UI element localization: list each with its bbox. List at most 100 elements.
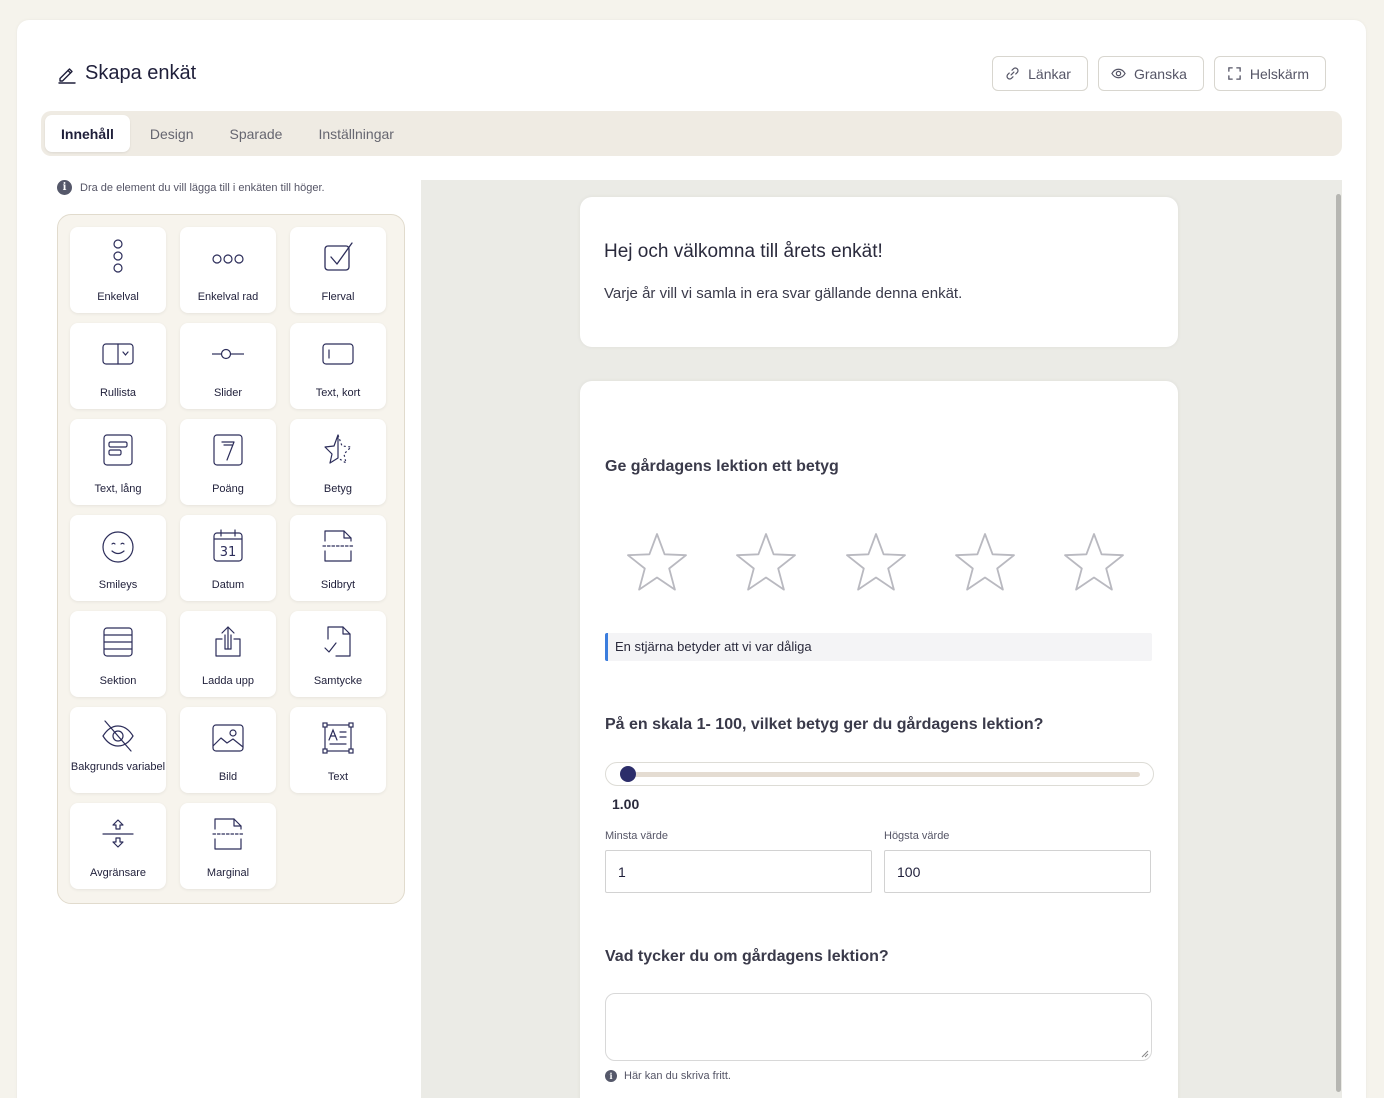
drag-hint-text: Dra de element du vill lägga till i enkä… <box>80 181 325 194</box>
palette-item-label: Bild <box>218 771 238 783</box>
palette-item-datum[interactable]: 31 Datum <box>180 515 276 601</box>
eye-off-icon <box>102 720 134 752</box>
header-actions: Länkar Granska Helskärm <box>992 56 1326 91</box>
open-question: Vad tycker du om gårdagens lektion? <box>605 948 889 965</box>
preview-button[interactable]: Granska <box>1097 56 1204 91</box>
max-value-label: Högsta värde <box>884 830 950 842</box>
score-icon <box>213 434 243 466</box>
welcome-title: Hej och välkomna till årets enkät! <box>604 241 883 262</box>
palette-item-label: Slider <box>213 387 243 399</box>
palette-item-label: Sektion <box>99 675 137 687</box>
tab-saved[interactable]: Sparade <box>214 115 299 152</box>
max-value-input[interactable] <box>884 850 1151 893</box>
palette-item-label: Avgränsare <box>89 867 147 879</box>
palette-item-label: Ladda upp <box>202 675 254 687</box>
tab-bar: Innehåll Design Sparade Inställningar <box>41 111 1342 156</box>
open-answer-help-text: Här kan du skriva fritt. <box>624 1070 731 1082</box>
palette-item-label: Betyg <box>323 483 353 495</box>
links-button[interactable]: Länkar <box>992 56 1088 91</box>
divider-icon <box>102 819 134 848</box>
palette-item-label: Poäng <box>212 483 244 495</box>
links-button-label: Länkar <box>1028 65 1071 82</box>
palette-item-rullista[interactable]: Rullista <box>70 323 166 409</box>
resize-handle-icon[interactable] <box>1141 1050 1149 1058</box>
text-long-icon <box>103 434 133 466</box>
palette-item-label: Enkelval rad <box>197 291 259 303</box>
min-value-input[interactable] <box>605 850 872 893</box>
tab-settings[interactable]: Inställningar <box>302 115 410 152</box>
tab-content[interactable]: Innehåll <box>45 115 130 152</box>
palette-item-smileys[interactable]: Smileys <box>70 515 166 601</box>
palette-item-text[interactable]: Text <box>290 707 386 793</box>
star-1-icon[interactable] <box>625 531 689 595</box>
palette-item-samtycke[interactable]: Samtycke <box>290 611 386 697</box>
slider-thumb[interactable] <box>620 766 636 782</box>
star-4-icon[interactable] <box>953 531 1017 595</box>
upload-icon <box>215 626 241 657</box>
calendar-icon: 31 <box>213 529 243 562</box>
dropdown-icon <box>102 343 134 365</box>
palette-item-avgransare[interactable]: Avgränsare <box>70 803 166 889</box>
header: Skapa enkät Länkar Granska Helskärm <box>17 20 1366 110</box>
welcome-text: Varje år vill vi samla in era svar gälla… <box>604 285 963 302</box>
star-5-icon[interactable] <box>1062 531 1126 595</box>
rating-slider[interactable] <box>605 762 1154 786</box>
rating-note: En stjärna betyder att vi var dåliga <box>605 633 1152 661</box>
preview-button-label: Granska <box>1133 65 1187 82</box>
palette-item-flerval[interactable]: Flerval <box>290 227 386 313</box>
section-icon <box>103 627 133 657</box>
info-icon: i <box>57 180 72 195</box>
palette-item-label: Text <box>327 771 349 783</box>
tab-design[interactable]: Design <box>134 115 210 152</box>
margin-icon <box>212 818 244 850</box>
star-rating-icon <box>324 434 352 464</box>
palette-item-slider[interactable]: Slider <box>180 323 276 409</box>
palette-item-bakgrunds-variabel[interactable]: Bakgrunds variabel <box>70 707 166 793</box>
palette-item-label: Marginal <box>206 867 250 879</box>
welcome-block[interactable]: Hej och välkomna till årets enkät! Varje… <box>580 197 1178 347</box>
star-2-icon[interactable] <box>734 531 798 595</box>
open-answer-help: i Här kan du skriva fritt. <box>605 1070 731 1082</box>
palette-item-bild[interactable]: Bild <box>180 707 276 793</box>
radio-vertical-icon <box>113 239 123 273</box>
element-palette: Enkelval Enkelval rad Flerval Rullista S… <box>57 214 405 904</box>
title-wrap: Skapa enkät <box>57 62 196 85</box>
palette-item-label: Sidbryt <box>320 579 356 591</box>
min-value-label: Minsta värde <box>605 830 668 842</box>
image-icon <box>212 724 244 752</box>
canvas-scrollbar[interactable] <box>1336 194 1341 1092</box>
question-sheet: Ge gårdagens lektion ett betyg En stjärn… <box>580 381 1178 1098</box>
fullscreen-button-label: Helskärm <box>1249 65 1309 82</box>
palette-item-label: Rullista <box>99 387 137 399</box>
palette-item-text-lang[interactable]: Text, lång <box>70 419 166 505</box>
checkbox-icon <box>324 242 353 271</box>
drag-hint: i Dra de element du vill lägga till i en… <box>57 180 325 195</box>
palette-item-poang[interactable]: Poäng <box>180 419 276 505</box>
star-3-icon[interactable] <box>844 531 908 595</box>
palette-item-sidbryt[interactable]: Sidbryt <box>290 515 386 601</box>
editor-card: Skapa enkät Länkar Granska Helskärm Inne… <box>17 20 1366 1098</box>
palette-item-enkelval[interactable]: Enkelval <box>70 227 166 313</box>
palette-item-marginal[interactable]: Marginal <box>180 803 276 889</box>
palette-item-label: Samtycke <box>313 675 363 687</box>
palette-item-label: Text, lång <box>94 483 142 495</box>
pencil-icon <box>58 67 76 84</box>
slider-track[interactable] <box>620 772 1140 777</box>
star-rating <box>625 531 1145 595</box>
palette-item-sektion[interactable]: Sektion <box>70 611 166 697</box>
open-answer-textarea[interactable] <box>605 993 1152 1061</box>
palette-item-ladda-upp[interactable]: Ladda upp <box>180 611 276 697</box>
palette-item-label: Enkelval <box>97 291 139 303</box>
palette-item-text-kort[interactable]: Text, kort <box>290 323 386 409</box>
slider-value: 1.00 <box>612 796 640 812</box>
svg-text:31: 31 <box>220 545 237 560</box>
palette-item-label: Flerval <box>321 291 355 303</box>
palette-item-enkelval-rad[interactable]: Enkelval rad <box>180 227 276 313</box>
text-block-icon <box>322 722 354 754</box>
slider-question: På en skala 1- 100, vilket betyg ger du … <box>605 716 1044 733</box>
palette-item-label: Bakgrunds variabel <box>70 761 166 773</box>
palette-item-label: Datum <box>211 579 245 591</box>
consent-icon <box>324 626 351 657</box>
palette-item-betyg[interactable]: Betyg <box>290 419 386 505</box>
fullscreen-button[interactable]: Helskärm <box>1213 56 1326 91</box>
